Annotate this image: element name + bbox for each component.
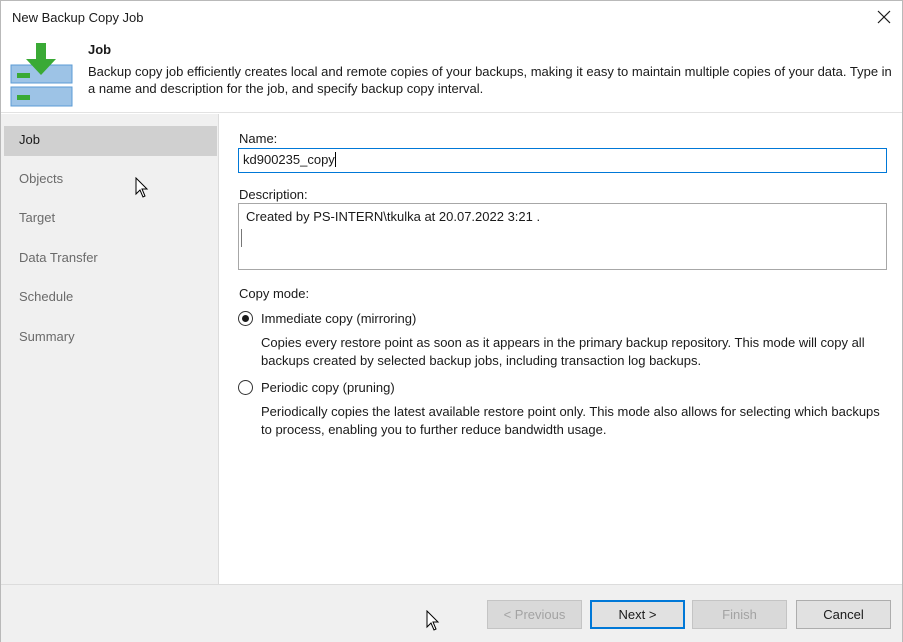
copy-mode-label: Copy mode: xyxy=(239,286,310,301)
job-name-input[interactable]: kd900235_copy xyxy=(238,148,887,173)
periodic-copy-radio[interactable] xyxy=(238,380,253,395)
periodic-copy-label: Periodic copy (pruning) xyxy=(261,380,395,395)
name-label: Name: xyxy=(239,131,278,146)
backup-copy-icon xyxy=(10,41,74,107)
periodic-copy-description: Periodically copies the latest available… xyxy=(261,404,880,437)
immediate-copy-label: Immediate copy (mirroring) xyxy=(261,311,417,326)
sidebar-item-data-transfer[interactable]: Data Transfer xyxy=(1,244,219,274)
mouse-pointer-icon xyxy=(135,177,149,198)
wizard-steps-sidebar: Job Objects Target Data Transfer Schedul… xyxy=(1,114,219,584)
immediate-copy-radio-option[interactable]: Immediate copy (mirroring) xyxy=(238,311,416,326)
next-button[interactable]: Next > xyxy=(590,600,685,629)
cancel-button[interactable]: Cancel xyxy=(796,600,891,629)
job-description-input[interactable]: Created by PS-INTERN\tkulka at 20.07.202… xyxy=(238,203,887,270)
finish-button[interactable]: Finish xyxy=(692,600,787,629)
immediate-copy-radio[interactable] xyxy=(238,311,253,326)
window-title: New Backup Copy Job xyxy=(12,10,144,25)
close-icon[interactable] xyxy=(874,7,894,27)
wizard-footer: < Previous Next > Finish Cancel xyxy=(1,584,902,642)
wizard-header: Job Backup copy job efficiently creates … xyxy=(1,35,902,113)
text-caret xyxy=(241,229,242,247)
periodic-copy-radio-option[interactable]: Periodic copy (pruning) xyxy=(238,380,395,395)
text-caret xyxy=(334,152,336,167)
description-label: Description: xyxy=(239,187,308,202)
previous-button[interactable]: < Previous xyxy=(487,600,582,629)
job-description-value: Created by PS-INTERN\tkulka at 20.07.202… xyxy=(246,209,541,224)
job-settings-panel: Name: kd900235_copy Description: Created… xyxy=(220,114,902,584)
backup-copy-job-dialog: New Backup Copy Job Job Backup copy job … xyxy=(0,0,903,642)
sidebar-item-schedule[interactable]: Schedule xyxy=(1,283,219,313)
sidebar-item-job[interactable]: Job xyxy=(4,126,217,156)
title-bar: New Backup Copy Job xyxy=(1,1,902,35)
header-description: Backup copy job efficiently creates loca… xyxy=(88,64,892,96)
sidebar-item-summary[interactable]: Summary xyxy=(1,323,219,353)
immediate-copy-description: Copies every restore point as soon as it… xyxy=(261,335,865,368)
job-name-value: kd900235_copy xyxy=(243,152,335,167)
mouse-pointer-icon xyxy=(426,610,440,631)
sidebar-item-objects[interactable]: Objects xyxy=(1,165,219,195)
sidebar-item-target[interactable]: Target xyxy=(1,204,219,234)
header-title: Job xyxy=(88,42,112,57)
